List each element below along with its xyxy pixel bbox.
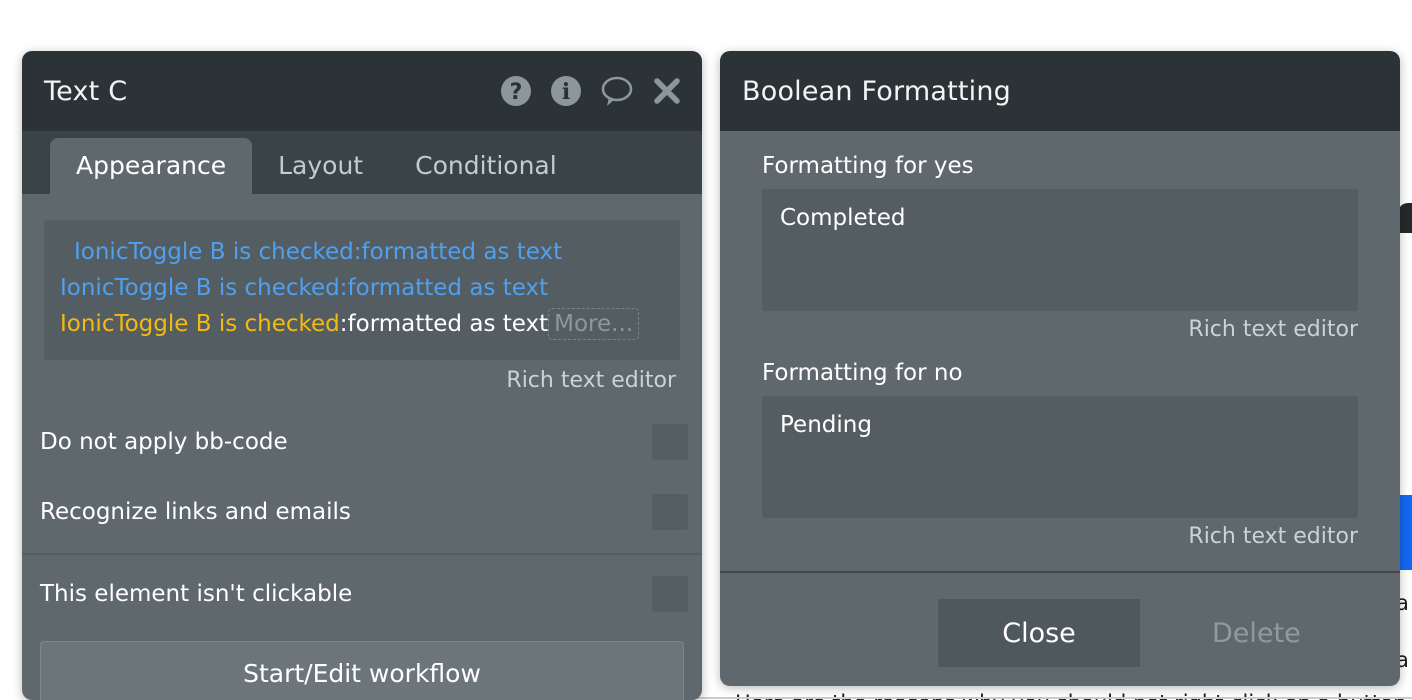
- rich-text-line-3: IonicToggle B is checked:formatted as te…: [60, 306, 664, 342]
- tab-conditional[interactable]: Conditional: [389, 138, 583, 194]
- rich-text-line-2-text: IonicToggle B is checked:formatted as te…: [60, 275, 549, 302]
- tab-appearance[interactable]: Appearance: [50, 138, 253, 195]
- more-button[interactable]: More...: [548, 308, 640, 341]
- checkbox-recognize-links-emails[interactable]: [652, 494, 688, 531]
- background-horizontal-rule: [690, 697, 1412, 699]
- option-label-not-clickable: This element isn't clickable: [40, 581, 353, 608]
- boolean-formatting-content: Formatting for yes Completed Rich text e…: [720, 131, 1400, 686]
- help-icon[interactable]: ?: [500, 75, 532, 107]
- option-row-bbcode[interactable]: Do not apply bb-code: [22, 407, 702, 477]
- formatting-no-input[interactable]: Pending: [762, 396, 1358, 518]
- rich-text-line-1: IonicToggle B is checked:formatted as te…: [60, 234, 664, 270]
- boolean-formatting-dialog: Boolean Formatting Formatting for yes Co…: [720, 51, 1400, 686]
- background-blue-accent-bar[interactable]: [1398, 495, 1412, 570]
- screen: p Here are the reasons why you should no…: [0, 0, 1412, 700]
- background-dark-element[interactable]: [1398, 203, 1412, 233]
- close-button[interactable]: Close: [938, 599, 1140, 667]
- text-element-property-editor: Text C ? i Appearance Layout Conditional…: [22, 51, 702, 700]
- info-icon[interactable]: i: [550, 75, 582, 107]
- boolean-formatting-title: Boolean Formatting: [742, 75, 1011, 107]
- dialog-footer: Close Delete: [720, 573, 1400, 667]
- formatting-no-caption: Rich text editor: [1188, 524, 1358, 549]
- rich-text-editor-caption: Rich text editor: [506, 368, 676, 394]
- formatting-yes-label: Formatting for yes: [762, 153, 974, 179]
- formatting-no-group: Formatting for no Pending Rich text edit…: [720, 360, 1400, 549]
- option-row-not-clickable[interactable]: This element isn't clickable: [22, 559, 702, 629]
- rich-text-line-3-static-token: :formatted as text: [339, 311, 549, 338]
- rich-text-line-1-text: IonicToggle B is checked:formatted as te…: [74, 239, 563, 266]
- checkbox-element-not-clickable[interactable]: [652, 576, 688, 613]
- rich-text-line-3-dynamic-token[interactable]: IonicToggle B is checked: [60, 311, 340, 337]
- appearance-tab-content: IonicToggle B is checked:formatted as te…: [22, 194, 702, 700]
- formatting-yes-group: Formatting for yes Completed Rich text e…: [720, 153, 1400, 342]
- formatting-yes-caption: Rich text editor: [1188, 317, 1358, 342]
- rich-text-line-2: IonicToggle B is checked:formatted as te…: [60, 270, 664, 306]
- rich-text-editor-input[interactable]: IonicToggle B is checked:formatted as te…: [44, 220, 680, 361]
- delete-button[interactable]: Delete: [1212, 618, 1301, 649]
- option-label-bbcode: Do not apply bb-code: [40, 429, 288, 456]
- comment-icon[interactable]: [600, 75, 634, 107]
- page-title: Text C: [44, 75, 128, 107]
- checkbox-do-not-apply-bbcode[interactable]: [652, 424, 688, 461]
- svg-text:i: i: [562, 79, 570, 105]
- svg-text:?: ?: [510, 80, 523, 105]
- tab-bar: Appearance Layout Conditional: [22, 131, 702, 195]
- option-row-recognize-links[interactable]: Recognize links and emails: [22, 477, 702, 547]
- start-edit-workflow-button[interactable]: Start/Edit workflow: [40, 641, 684, 700]
- header-icon-group: ? i: [500, 75, 682, 107]
- tab-layout[interactable]: Layout: [252, 138, 389, 194]
- option-label-recognize-links: Recognize links and emails: [40, 499, 351, 526]
- boolean-formatting-header: Boolean Formatting: [720, 51, 1400, 131]
- text-editor-header: Text C ? i: [22, 51, 702, 131]
- section-divider: [22, 553, 702, 556]
- formatting-yes-input[interactable]: Completed: [762, 189, 1358, 311]
- close-icon[interactable]: [652, 76, 682, 106]
- formatting-no-label: Formatting for no: [762, 360, 963, 386]
